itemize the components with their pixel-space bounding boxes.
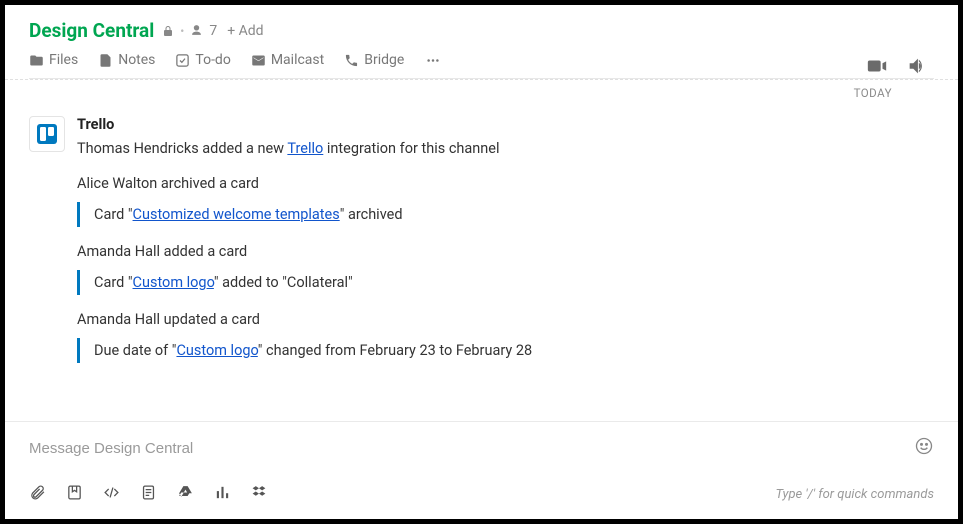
more-icon [424,53,442,68]
detail-prefix: Card " [94,274,133,291]
speaker-icon [906,55,928,77]
files-icon [29,53,44,68]
trello-icon [35,122,59,146]
composer: Type '/' for quick commands [5,421,958,519]
detail-archived: Card "Customized welcome templates" arch… [77,202,934,227]
detail-updated: Due date of "Custom logo" changed from F… [77,338,934,363]
paperclip-icon [29,484,46,501]
detail-suffix: " added to "Collateral" [214,274,353,291]
activity-archived: Alice Walton archived a card [77,173,934,194]
lock-icon [162,25,174,37]
message-input[interactable] [29,440,753,457]
tab-mailcast-label: Mailcast [271,52,324,68]
slash-hint: Type '/' for quick commands [775,487,934,502]
trello-link[interactable]: Trello [287,140,323,157]
person-icon [190,24,203,37]
app-name: Trello [77,114,934,135]
message-feed: Trello Thomas Hendricks added a new Trel… [5,106,958,421]
audio-button[interactable] [906,55,928,81]
card-link-custom-logo-2[interactable]: Custom logo [176,342,257,359]
document-icon [140,484,157,501]
tab-bridge-label: Bridge [364,52,404,68]
detail-suffix: " archived [340,206,403,223]
code-icon [103,484,120,501]
tab-notes[interactable]: Notes [98,52,155,68]
bookmark-button[interactable] [66,484,83,505]
trello-avatar [29,116,65,152]
code-button[interactable] [103,484,120,505]
more-menu[interactable] [424,53,442,68]
tab-notes-label: Notes [118,52,155,68]
intro-suffix: integration for this channel [323,140,499,157]
poll-button[interactable] [214,484,231,505]
channel-header: Design Central • 7 + Add Files Notes To [5,5,958,79]
tab-todo[interactable]: To-do [175,52,230,68]
emoji-button[interactable] [914,436,934,460]
detail-prefix: Card " [94,206,133,223]
chart-icon [214,484,231,501]
tab-mailcast[interactable]: Mailcast [251,52,324,68]
activity-added: Amanda Hall added a card [77,241,934,262]
date-divider: TODAY [5,79,958,106]
video-call-button[interactable] [866,55,888,81]
detail-added: Card "Custom logo" added to "Collateral" [77,270,934,295]
integration-message: Trello Thomas Hendricks added a new Trel… [29,114,934,369]
date-label: TODAY [854,86,892,100]
video-icon [866,55,888,77]
member-count[interactable]: 7 [209,23,217,39]
add-button[interactable]: + Add [227,23,263,39]
doc-button[interactable] [140,484,157,505]
bridge-icon [344,53,359,68]
dropbox-button[interactable] [251,484,268,505]
tab-bridge[interactable]: Bridge [344,52,404,68]
activity-updated: Amanda Hall updated a card [77,309,934,330]
detail-prefix: Due date of " [94,342,176,359]
mailcast-icon [251,53,266,68]
intro-prefix: Thomas Hendricks added a new [77,140,287,157]
tab-files[interactable]: Files [29,52,78,68]
separator-dot: • [180,24,184,38]
intro-line: Thomas Hendricks added a new Trello inte… [77,138,934,159]
bookmark-icon [66,484,83,501]
card-link-custom-logo[interactable]: Custom logo [133,274,214,291]
smile-icon [914,436,934,456]
drive-icon [177,484,194,501]
dropbox-icon [251,484,268,501]
tabs-row: Files Notes To-do Mailcast Bridge [29,52,934,79]
notes-icon [98,53,113,68]
tab-files-label: Files [49,52,78,68]
tab-todo-label: To-do [195,52,230,68]
card-link-welcome-templates[interactable]: Customized welcome templates [133,206,340,223]
channel-title[interactable]: Design Central [29,19,154,42]
detail-suffix: " changed from February 23 to February 2… [258,342,532,359]
attach-button[interactable] [29,484,46,505]
drive-button[interactable] [177,484,194,505]
todo-icon [175,53,190,68]
